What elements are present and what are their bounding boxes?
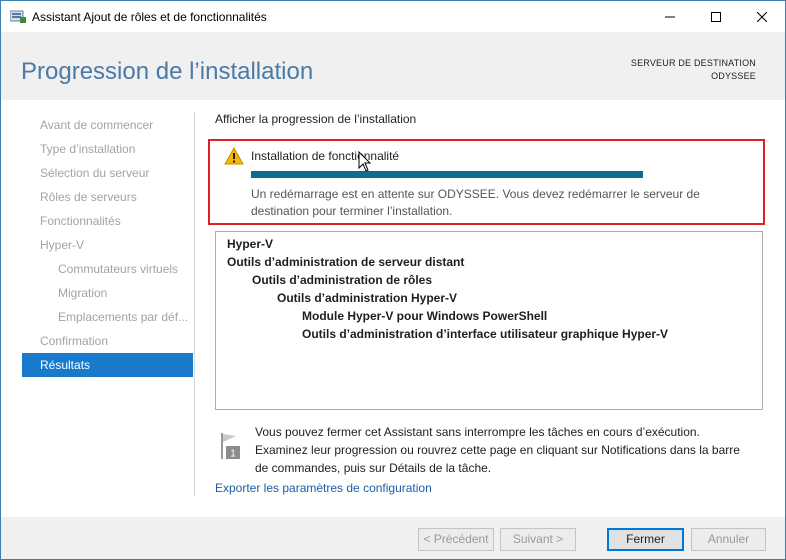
wizard-footer: < Précédent Suivant > Fermer Annuler (1, 517, 785, 559)
wizard-content: Avant de commencer Type d’installation S… (1, 100, 785, 517)
feature-item: Hyper-V (227, 237, 274, 251)
page-title: Progression de l’installation (21, 58, 314, 85)
maximize-icon (711, 11, 721, 22)
wizard-header: Progression de l’installation SERVEUR DE… (1, 32, 785, 100)
nav-step-before-you-begin: Avant de commencer (40, 118, 154, 132)
notification-flag-icon: 1 (218, 432, 242, 460)
installation-progress-fill (251, 171, 643, 178)
wizard-close-info: Vous pouvez fermer cet Assistant sans in… (255, 425, 740, 475)
feature-item: Module Hyper-V pour Windows PowerShell (302, 309, 548, 323)
maximize-button[interactable] (693, 1, 739, 32)
next-button[interactable]: Suivant > (500, 528, 576, 551)
mouse-cursor-icon (358, 150, 372, 173)
nav-step-confirmation: Confirmation (40, 334, 109, 348)
minimize-button[interactable] (647, 1, 693, 32)
installation-progress-bar (251, 171, 643, 178)
nav-step-results[interactable]: Résultats (22, 353, 193, 377)
close-icon (757, 11, 767, 22)
cancel-button[interactable]: Annuler (691, 528, 766, 551)
nav-step-hyper-v: Hyper-V (40, 238, 85, 252)
destination-server-name: ODYSSEE (711, 71, 756, 81)
wizard-window: Assistant Ajout de rôles et de fonctionn… (0, 0, 786, 560)
destination-server-label: SERVEUR DE DESTINATION (630, 58, 756, 68)
sidebar-divider (194, 112, 195, 496)
progress-heading: Afficher la progression de l’installatio… (215, 112, 417, 126)
installed-features-list[interactable]: Hyper-V Outils d’administration de serve… (215, 231, 763, 410)
feature-item: Outils d’administration Hyper-V (277, 291, 458, 305)
previous-button[interactable]: < Précédent (418, 528, 494, 551)
nav-step-server-roles: Rôles de serveurs (40, 190, 137, 204)
notification-count-badge: 1 (230, 449, 236, 460)
nav-step-server-selection: Sélection du serveur (40, 166, 150, 180)
close-wizard-button[interactable]: Fermer (607, 528, 684, 551)
wizard-steps-nav: Avant de commencer Type d’installation S… (22, 113, 193, 377)
close-button[interactable] (739, 1, 785, 32)
restart-pending-message: Un redémarrage est en attente sur ODYSSE… (251, 187, 700, 218)
window-title: Assistant Ajout de rôles et de fonctionn… (32, 10, 267, 24)
nav-step-virtual-switches: Commutateurs virtuels (58, 262, 179, 276)
installation-status-title: Installation de fonctionnalité (251, 149, 400, 163)
installation-status-panel: Installation de fonctionnalité Un redéma… (208, 139, 765, 225)
feature-item: Outils d’administration de serveur dista… (227, 255, 465, 269)
nav-step-installation-type: Type d’installation (40, 142, 136, 156)
feature-item: Outils d’administration de rôles (252, 273, 433, 287)
minimize-icon (665, 16, 675, 17)
nav-step-default-stores: Emplacements par déf... (58, 310, 189, 324)
feature-item: Outils d’administration d’interface util… (302, 327, 669, 341)
export-configuration-link[interactable]: Exporter les paramètres de configuration (215, 481, 432, 495)
nav-step-migration: Migration (58, 286, 108, 300)
warning-icon (224, 146, 244, 165)
title-bar[interactable]: Assistant Ajout de rôles et de fonctionn… (1, 1, 785, 32)
nav-step-features: Fonctionnalités (40, 214, 121, 228)
server-manager-icon (9, 9, 26, 23)
